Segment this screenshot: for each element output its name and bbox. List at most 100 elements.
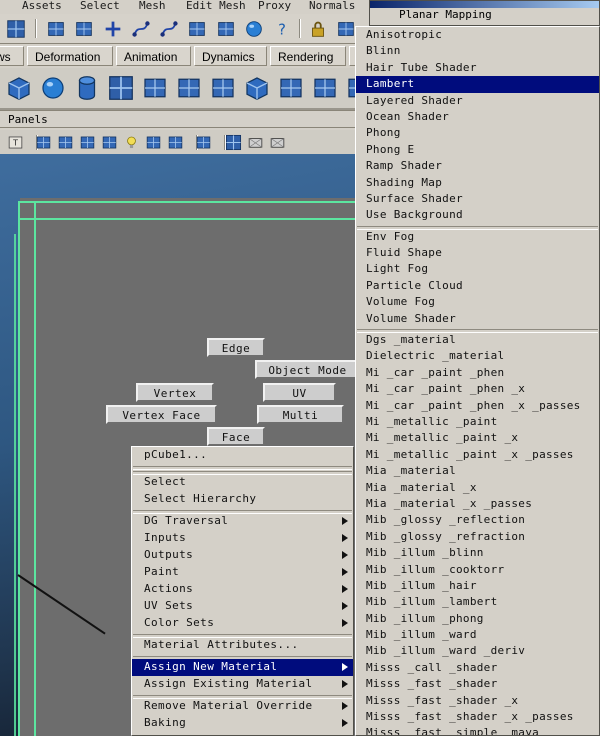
ctx-select[interactable]: Select — [132, 474, 353, 491]
ctx-dg-traversal[interactable]: DG Traversal — [132, 513, 353, 530]
mat-light-fog[interactable]: Light Fog — [356, 261, 599, 277]
marking-vertex[interactable]: Vertex — [136, 383, 214, 402]
marking-vertex-face[interactable]: Vertex Face — [106, 405, 217, 424]
poly-bevel-icon[interactable] — [172, 71, 206, 105]
interactive-split-icon[interactable] — [155, 15, 182, 42]
mat-mi-metallic-paint-x[interactable]: Mi _metallic _paint _x — [356, 430, 599, 446]
mat-anisotropic[interactable]: Anisotropic — [356, 27, 599, 43]
menu-normals[interactable]: Normals — [309, 0, 355, 12]
mat-particle-cloud[interactable]: Particle Cloud — [356, 278, 599, 294]
ctx-uv-sets[interactable]: UV Sets — [132, 598, 353, 615]
planar-mapping-item[interactable]: Planar Mapping — [399, 8, 492, 21]
ctx-color-sets[interactable]: Color Sets — [132, 615, 353, 632]
ctx-pcube1[interactable]: pCube1... — [132, 447, 353, 464]
ctx-assign-new-material[interactable]: Assign New Material — [132, 659, 353, 676]
mat-mi-car-paint-phen-x-passes[interactable]: Mi _car _paint _phen _x _passes — [356, 398, 599, 414]
shadow-icon[interactable] — [142, 131, 164, 153]
poly-cube-wire-icon[interactable] — [240, 71, 274, 105]
mat-mib-illum-hair[interactable]: Mib _illum _hair — [356, 578, 599, 594]
mat-lambert[interactable]: Lambert — [356, 76, 599, 93]
mat-mib-illum-phong[interactable]: Mib _illum _phong — [356, 611, 599, 627]
marking-object-mode[interactable]: Object Mode — [255, 360, 360, 379]
ctx-outputs[interactable]: Outputs — [132, 547, 353, 564]
smooth-shade-icon[interactable] — [54, 131, 76, 153]
assign-new-material-submenu[interactable]: Anisotropic Blinn Hair Tube Shader Lambert L… — [355, 26, 600, 736]
mat-layered-shader[interactable]: Layered Shader — [356, 93, 599, 109]
marking-multi[interactable]: Multi — [257, 405, 344, 424]
xray-icon[interactable] — [164, 131, 186, 153]
mat-surface-shader[interactable]: Surface Shader — [356, 191, 599, 207]
mat-mib-illum-lambert[interactable]: Mib _illum _lambert — [356, 594, 599, 610]
mat-mib-glossy-refraction[interactable]: Mib _glossy _refraction — [356, 529, 599, 545]
poly-bridge-icon[interactable] — [206, 71, 240, 105]
lighting-icon[interactable] — [120, 131, 142, 153]
background-window[interactable]: Planar Mapping — [369, 0, 600, 26]
lock-icon[interactable] — [304, 15, 331, 42]
grid-display-icon[interactable] — [222, 131, 244, 153]
mat-dgs-material[interactable]: Dgs _material — [356, 332, 599, 348]
mat-mib-illum-ward-deriv[interactable]: Mib _illum _ward _deriv — [356, 643, 599, 659]
flat-shade-icon[interactable] — [76, 131, 98, 153]
poly-plane-icon[interactable] — [2, 15, 29, 42]
mat-misss-fast-shader[interactable]: Misss _fast _shader — [356, 676, 599, 692]
soft-select-icon[interactable] — [42, 15, 69, 42]
mat-misss-fast-shader-x[interactable]: Misss _fast _shader _x — [356, 693, 599, 709]
ctx-select-hierarchy[interactable]: Select Hierarchy — [132, 491, 353, 508]
mat-mi-metallic-paint-x-passes[interactable]: Mi _metallic _paint _x _passes — [356, 447, 599, 463]
mat-mia-material-x-passes[interactable]: Mia _material _x _passes — [356, 496, 599, 512]
marking-uv[interactable]: UV — [263, 383, 336, 402]
mat-mi-car-paint-phen-x[interactable]: Mi _car _paint _phen _x — [356, 381, 599, 397]
marking-edge[interactable]: Edge — [207, 338, 265, 357]
poly-extrude-icon[interactable] — [138, 71, 172, 105]
poly-plane-circle-icon[interactable] — [104, 71, 138, 105]
poly-duplicate-face-icon[interactable] — [308, 71, 342, 105]
mat-misss-fast-simple-maya[interactable]: Misss _fast _simple _maya — [356, 725, 599, 735]
mat-misss-call-shader[interactable]: Misss _call _shader — [356, 660, 599, 676]
poly-sphere-icon[interactable] — [36, 71, 70, 105]
tab-rendering[interactable]: Rendering — [270, 46, 346, 66]
mat-mi-car-paint-phen[interactable]: Mi _car _paint _phen — [356, 365, 599, 381]
ctx-material-attributes[interactable]: Material Attributes... — [132, 637, 353, 654]
mat-env-fog[interactable]: Env Fog — [356, 229, 599, 245]
texture-shade-icon[interactable] — [98, 131, 120, 153]
tab-deformation[interactable]: Deformation — [27, 46, 113, 66]
ctx-remove-material-override[interactable]: Remove Material Override — [132, 698, 353, 715]
mat-mib-illum-ward[interactable]: Mib _illum _ward — [356, 627, 599, 643]
mat-use-background[interactable]: Use Background — [356, 207, 599, 223]
mat-phong-e[interactable]: Phong E — [356, 142, 599, 158]
ctx-baking[interactable]: Baking — [132, 715, 353, 732]
mat-dielectric-material[interactable]: Dielectric _material — [356, 348, 599, 364]
append-polygon-icon[interactable] — [99, 15, 126, 42]
poly-cube-icon[interactable] — [2, 71, 36, 105]
split-polygon-icon[interactable] — [127, 15, 154, 42]
wireframe-shade-icon[interactable] — [32, 131, 54, 153]
mat-misss-fast-shader-x-passes[interactable]: Misss _fast _shader _x _passes — [356, 709, 599, 725]
poly-sculpt-icon[interactable] — [212, 15, 239, 42]
film-gate-icon[interactable] — [244, 131, 266, 153]
ctx-inputs[interactable]: Inputs — [132, 530, 353, 547]
tab-animation[interactable]: Animation — [116, 46, 191, 66]
menu-proxy[interactable]: Proxy — [258, 0, 291, 12]
mat-fluid-shape[interactable]: Fluid Shape — [356, 245, 599, 261]
mat-mib-glossy-reflection[interactable]: Mib _glossy _reflection — [356, 512, 599, 528]
mat-shading-map[interactable]: Shading Map — [356, 175, 599, 191]
mat-hair-tube-shader[interactable]: Hair Tube Shader — [356, 60, 599, 76]
ctx-paint[interactable]: Paint — [132, 564, 353, 581]
combine-icon[interactable] — [70, 15, 97, 42]
menu-select[interactable]: Select — [80, 0, 120, 12]
mat-mi-metallic-paint[interactable]: Mi _metallic _paint — [356, 414, 599, 430]
poly-cylinder-icon[interactable] — [70, 71, 104, 105]
mat-phong[interactable]: Phong — [356, 125, 599, 141]
ctx-actions[interactable]: Actions — [132, 581, 353, 598]
menu-edit-mesh[interactable]: Edit Mesh — [186, 0, 246, 12]
mat-mib-illum-cooktorr[interactable]: Mib _illum _cooktorr — [356, 562, 599, 578]
smooth-icon[interactable] — [183, 15, 210, 42]
text-panel-icon[interactable]: T — [4, 131, 26, 153]
camera-attributes-icon[interactable] — [266, 131, 288, 153]
mat-ramp-shader[interactable]: Ramp Shader — [356, 158, 599, 174]
sphere-icon[interactable] — [240, 15, 267, 42]
menu-assets[interactable]: Assets — [22, 0, 62, 12]
mat-volume-fog[interactable]: Volume Fog — [356, 294, 599, 310]
tab-ws[interactable]: ws — [0, 46, 24, 66]
tab-dynamics[interactable]: Dynamics — [194, 46, 267, 66]
